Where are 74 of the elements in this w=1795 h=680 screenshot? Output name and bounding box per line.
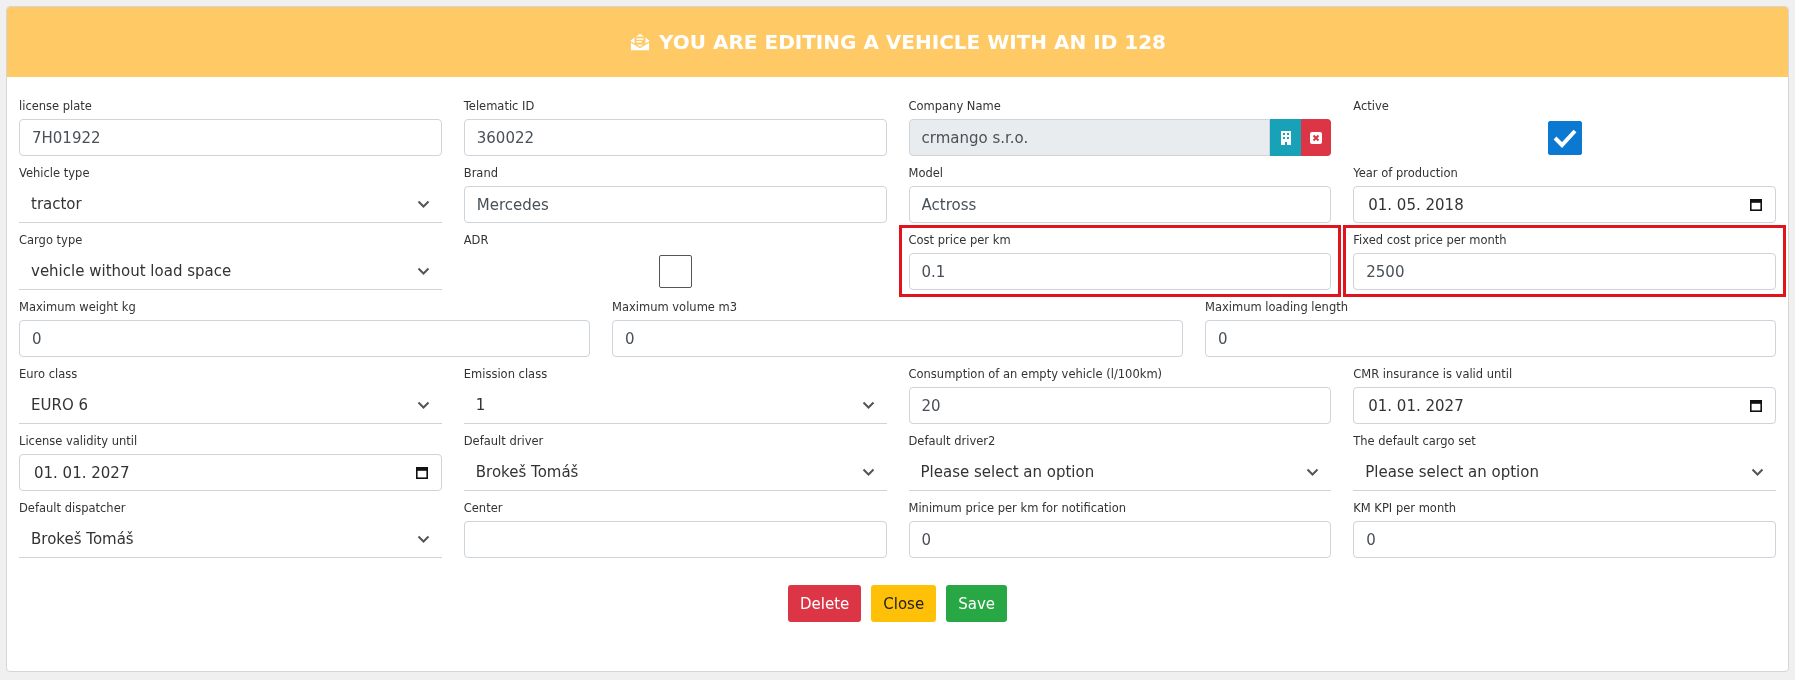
field-label: Vehicle type: [19, 165, 91, 181]
chevron-down-icon: [416, 401, 430, 409]
field-label: Maximum volume m3: [612, 299, 739, 315]
form-title: YOU ARE EDITING A VEHICLE WITH AN ID 128: [659, 30, 1166, 54]
field-label: Company Name: [908, 98, 1002, 114]
close-button[interactable]: Close: [871, 585, 937, 622]
select-field[interactable]: 1: [463, 387, 887, 424]
text-field[interactable]: 0: [1353, 521, 1776, 558]
field-label: license plate: [19, 98, 93, 114]
clear-button[interactable]: [1300, 119, 1332, 156]
field-label: CMR insurance is valid until: [1353, 366, 1514, 382]
text-field[interactable]: 0: [1205, 320, 1776, 357]
text-field[interactable]: 7H01922: [19, 119, 442, 156]
field-label: Brand: [463, 165, 499, 181]
checkbox[interactable]: [658, 255, 692, 288]
chevron-down-icon: [861, 468, 875, 476]
checkbox[interactable]: [1547, 121, 1582, 155]
field-label: Euro class: [19, 366, 79, 382]
text-field[interactable]: 20: [908, 387, 1332, 424]
chevron-down-icon: [416, 267, 430, 275]
field-label: License validity until: [19, 433, 139, 449]
select-field[interactable]: EURO 6: [19, 387, 442, 424]
field-label: The default cargo set: [1353, 433, 1477, 449]
field-label: KM KPI per month: [1353, 500, 1457, 516]
calendar-icon[interactable]: [415, 466, 428, 479]
field-label: Cost price per km: [908, 232, 1012, 248]
delete-button[interactable]: Delete: [788, 585, 862, 622]
envelope-icon: [629, 32, 651, 52]
field-label: Fixed cost price per month: [1353, 232, 1508, 248]
field-label: Minimum price per km for notification: [908, 500, 1128, 516]
date-field[interactable]: 01. 05. 2018: [1353, 186, 1776, 223]
close-icon: [1310, 131, 1322, 144]
field-label: Maximum loading length: [1205, 299, 1349, 315]
chevron-down-icon: [861, 401, 875, 409]
field-label: Maximum weight kg: [19, 299, 137, 315]
select-field[interactable]: tractor: [19, 186, 442, 223]
field-label: Default driver: [463, 433, 545, 449]
select-field[interactable]: Please select an option: [1353, 454, 1776, 491]
text-field[interactable]: 2500: [1353, 253, 1776, 290]
chevron-down-icon: [1751, 468, 1764, 476]
chevron-down-icon: [416, 200, 430, 208]
text-field[interactable]: 0: [908, 521, 1332, 558]
text-field[interactable]: 0: [612, 320, 1183, 357]
field-label: Year of production: [1353, 165, 1459, 181]
date-field[interactable]: 01. 01. 2027: [19, 454, 442, 491]
calendar-icon[interactable]: [1750, 399, 1762, 412]
select-field[interactable]: vehicle without load space: [19, 253, 442, 290]
field-label: Cargo type: [19, 232, 84, 248]
text-field[interactable]: 0.1: [908, 253, 1332, 290]
field-label: ADR: [463, 232, 490, 248]
chevron-down-icon: [416, 535, 430, 543]
date-field[interactable]: 01. 01. 2027: [1353, 387, 1776, 424]
field-label: Active: [1353, 98, 1390, 114]
text-field[interactable]: crmango s.r.o.: [908, 119, 1271, 156]
text-field[interactable]: Mercedes: [463, 186, 887, 223]
text-field[interactable]: 0: [19, 320, 590, 357]
check-icon: [1552, 128, 1577, 148]
field-label: Emission class: [463, 366, 549, 382]
text-field[interactable]: [463, 521, 887, 558]
text-field[interactable]: Actross: [908, 186, 1332, 223]
building-icon: [1280, 130, 1291, 145]
field-label: Telematic ID: [463, 98, 536, 114]
company-button[interactable]: [1270, 119, 1301, 156]
select-field[interactable]: Brokeš Tomáš: [19, 521, 442, 558]
text-field[interactable]: 360022: [463, 119, 887, 156]
field-label: Center: [463, 500, 504, 516]
field-label: Default dispatcher: [19, 500, 127, 516]
field-label: Model: [908, 165, 945, 181]
calendar-icon[interactable]: [1750, 198, 1762, 211]
chevron-down-icon: [1306, 468, 1320, 476]
select-field[interactable]: Brokeš Tomáš: [463, 454, 887, 491]
select-field[interactable]: Please select an option: [908, 454, 1332, 491]
field-label: Consumption of an empty vehicle (l/100km): [908, 366, 1164, 382]
field-label: Default driver2: [908, 433, 997, 449]
